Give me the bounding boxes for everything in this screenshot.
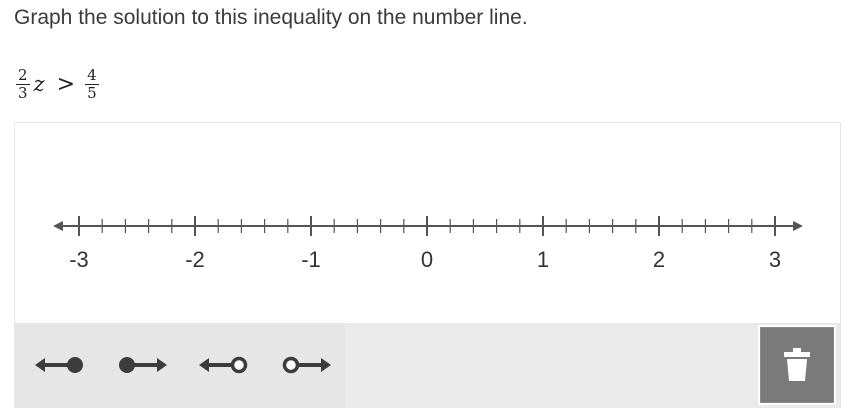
toolbar: [15, 323, 840, 408]
tick-label: -2: [185, 247, 205, 272]
rhs-numerator: 4: [85, 65, 99, 85]
left-arrowhead: [53, 221, 63, 231]
right-arrowhead: [793, 221, 803, 231]
coefficient-denominator: 3: [18, 83, 28, 102]
open-dot-left-arrow-icon: [199, 356, 248, 374]
graph-panel: -3 -2 -1 0 1 2 3: [14, 122, 841, 408]
trash-icon: [784, 348, 810, 381]
variable: z: [33, 72, 45, 96]
closed-dot-right-arrow-icon: [119, 357, 167, 373]
tick-label: 1: [537, 247, 549, 272]
tick-label: -3: [69, 247, 89, 272]
closed-right-ray-tool[interactable]: [111, 345, 173, 385]
rhs-denominator: 5: [87, 83, 97, 102]
tick-label: 2: [653, 247, 665, 272]
rhs-fraction: 4 5: [85, 65, 99, 102]
inequality: 2 3 z > 4 5: [14, 62, 101, 106]
number-line[interactable]: -3 -2 -1 0 1 2 3: [15, 123, 840, 323]
closed-dot-left-arrow-icon: [35, 357, 83, 373]
question-prompt: Graph the solution to this inequality on…: [14, 6, 528, 29]
coefficient-fraction: 2 3: [16, 65, 30, 102]
tick-label: 3: [769, 247, 781, 272]
tick-label: -1: [301, 247, 321, 272]
open-right-ray-tool[interactable]: [275, 345, 337, 385]
open-left-ray-tool[interactable]: [193, 345, 255, 385]
tool-group: [15, 323, 345, 408]
coefficient-numerator: 2: [16, 65, 30, 85]
tick-label: 0: [421, 247, 433, 272]
inequality-operator: >: [56, 71, 76, 97]
trash-button[interactable]: [758, 325, 836, 405]
closed-left-ray-tool[interactable]: [29, 345, 91, 385]
open-dot-right-arrow-icon: [282, 356, 331, 374]
